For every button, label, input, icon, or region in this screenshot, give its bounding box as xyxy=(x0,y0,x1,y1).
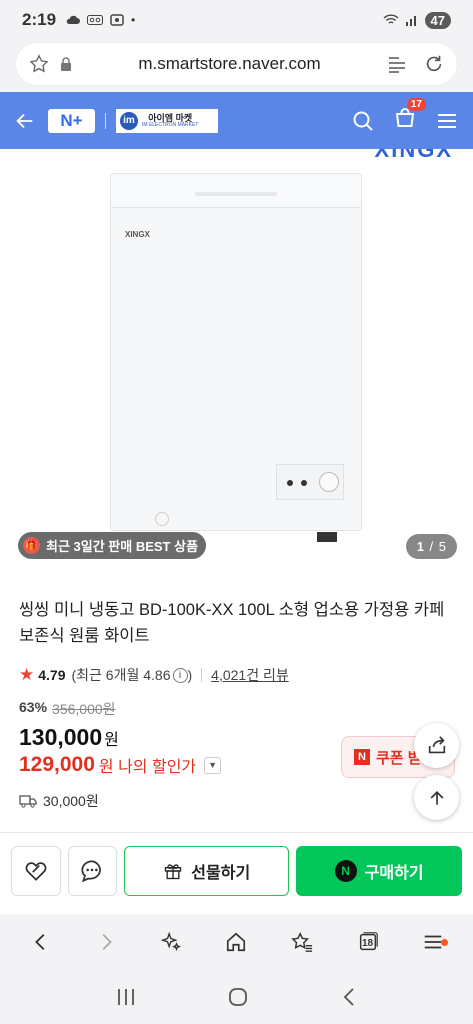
store-logo[interactable]: im 아이엠 마켓 IM ELECTRON MARKET xyxy=(116,108,218,133)
browser-menu-icon[interactable] xyxy=(422,931,448,953)
recent-rating: (최근 6개월 4.86 xyxy=(71,667,171,683)
buy-label: 구매하기 xyxy=(364,865,424,882)
gift-label: 선물하기 xyxy=(191,865,251,882)
info-icon[interactable]: i xyxy=(172,667,188,683)
sparkle-icon[interactable] xyxy=(160,931,182,953)
notification-icons: • xyxy=(66,13,135,27)
wifi-icon xyxy=(383,14,399,24)
scroll-top-button[interactable] xyxy=(414,775,459,820)
freezer-control-panel xyxy=(276,464,344,500)
cloud-icon xyxy=(66,15,81,24)
product-info: 씽씽 미니 냉동고 BD-100K-XX 100L 소형 업소용 가정용 카페 … xyxy=(0,569,473,839)
purchase-bar: 선물하기 N 구매하기 xyxy=(0,834,473,914)
gift-box-icon xyxy=(165,864,182,880)
share-button[interactable] xyxy=(414,723,459,768)
sale-price-unit: 원 xyxy=(104,732,119,749)
menu-icon[interactable] xyxy=(435,109,459,133)
rating-star-icon: ★ xyxy=(19,665,35,684)
status-bar: 2:19 • 47 xyxy=(0,0,473,40)
url-box[interactable]: m.smartstore.naver.com xyxy=(16,43,457,85)
shipping-fee: 30,000원 xyxy=(43,793,99,809)
sale-price: 130,000 xyxy=(19,724,103,750)
image-counter-total: 5 xyxy=(438,539,446,554)
browser-toolbar: 18 xyxy=(0,914,473,970)
rating-value: 4.79 xyxy=(38,667,66,683)
search-icon[interactable] xyxy=(351,109,375,133)
gift-button[interactable]: 선물하기 xyxy=(124,846,290,896)
original-price: 356,000원 xyxy=(52,701,116,717)
product-image-gallery[interactable]: XINGX XINGX 🎁 최근 3일간 판매 BEST 상품 1 / 5 xyxy=(0,149,473,569)
share-icon xyxy=(428,735,445,753)
recent-apps-icon[interactable] xyxy=(116,988,136,1006)
cart-count-badge: 17 xyxy=(406,98,426,111)
discount-row: 63% 356,000원 xyxy=(19,699,454,719)
best-seller-badge: 🎁 최근 3일간 판매 BEST 상품 xyxy=(18,532,207,559)
chat-icon xyxy=(81,860,102,883)
chevron-down-icon[interactable]: ▼ xyxy=(204,756,222,774)
home-button-icon[interactable] xyxy=(228,987,248,1007)
freezer-brand-label: XINGX xyxy=(125,230,150,239)
system-nav-bar xyxy=(0,970,473,1024)
header-divider xyxy=(105,112,106,129)
my-discount-label: 원 나의 할인가 xyxy=(98,759,197,776)
browser-address-area: m.smartstore.naver.com xyxy=(0,40,473,92)
truck-icon xyxy=(19,795,37,808)
home-icon[interactable] xyxy=(225,931,247,953)
url-text[interactable]: m.smartstore.naver.com xyxy=(72,54,387,74)
recent-rating-close: ) xyxy=(187,667,193,683)
heart-icon xyxy=(25,862,47,881)
image-counter-current: 1 xyxy=(416,539,424,554)
signal-icon xyxy=(405,16,416,26)
freezer-lid xyxy=(111,174,361,208)
system-back-icon[interactable] xyxy=(341,987,357,1007)
review-count-link[interactable]: 4,021건 리뷰 xyxy=(211,665,289,685)
shipping-row: 30,000원 xyxy=(19,791,454,811)
browser-forward-icon[interactable] xyxy=(95,931,117,953)
store-logo-circle: im xyxy=(120,111,138,130)
tabs-icon[interactable]: 18 xyxy=(357,931,379,953)
dot-icon: • xyxy=(131,13,136,27)
tab-count: 18 xyxy=(361,937,374,949)
screenshot-icon xyxy=(110,14,124,26)
naver-plus-label: N+ xyxy=(60,110,83,130)
reload-icon[interactable] xyxy=(423,53,445,75)
freezer-lock xyxy=(155,512,169,526)
store-logo-sub: IM ELECTRON MARKET xyxy=(142,121,199,128)
browser-back-icon[interactable] xyxy=(30,931,52,953)
buy-button[interactable]: N 구매하기 xyxy=(296,846,462,896)
cart-button[interactable]: 17 xyxy=(393,98,426,135)
back-arrow-icon[interactable] xyxy=(14,110,36,132)
gift-icon: 🎁 xyxy=(23,537,40,554)
voicemail-icon xyxy=(87,15,104,25)
store-header: N+ im 아이엠 마켓 IM ELECTRON MARKET 17 xyxy=(0,92,473,149)
brand-watermark: XINGX xyxy=(374,149,453,162)
best-badge-text: 최근 3일간 판매 BEST 상품 xyxy=(46,539,199,554)
naver-plus-logo[interactable]: N+ xyxy=(48,108,95,133)
image-counter-slash: / xyxy=(425,539,437,554)
lock-icon xyxy=(60,57,72,71)
wishlist-button[interactable] xyxy=(11,846,61,896)
bookmarks-icon[interactable] xyxy=(290,931,314,953)
bookmark-star-icon[interactable] xyxy=(28,53,50,75)
battery-level: 47 xyxy=(424,11,451,29)
reader-mode-icon[interactable] xyxy=(387,54,407,74)
status-time: 2:19 xyxy=(22,10,57,29)
talk-button[interactable] xyxy=(67,846,118,896)
freezer-foot xyxy=(317,532,337,542)
notification-dot xyxy=(440,939,448,946)
product-title: 씽씽 미니 냉동고 BD-100K-XX 100L 소형 업소용 가정용 카페 … xyxy=(19,601,445,645)
divider xyxy=(0,832,473,833)
rating-row: ★ 4.79 (최근 6개월 4.86 i ) 4,021건 리뷰 xyxy=(19,665,454,685)
naver-n-icon: N xyxy=(354,749,370,765)
discount-rate: 63% xyxy=(19,699,48,715)
arrow-up-icon xyxy=(430,790,443,805)
my-discount-price: 129,000 xyxy=(19,753,95,776)
freezer-image: XINGX xyxy=(110,173,362,542)
naver-pay-icon: N xyxy=(334,860,357,882)
image-counter: 1 / 5 xyxy=(405,534,457,559)
